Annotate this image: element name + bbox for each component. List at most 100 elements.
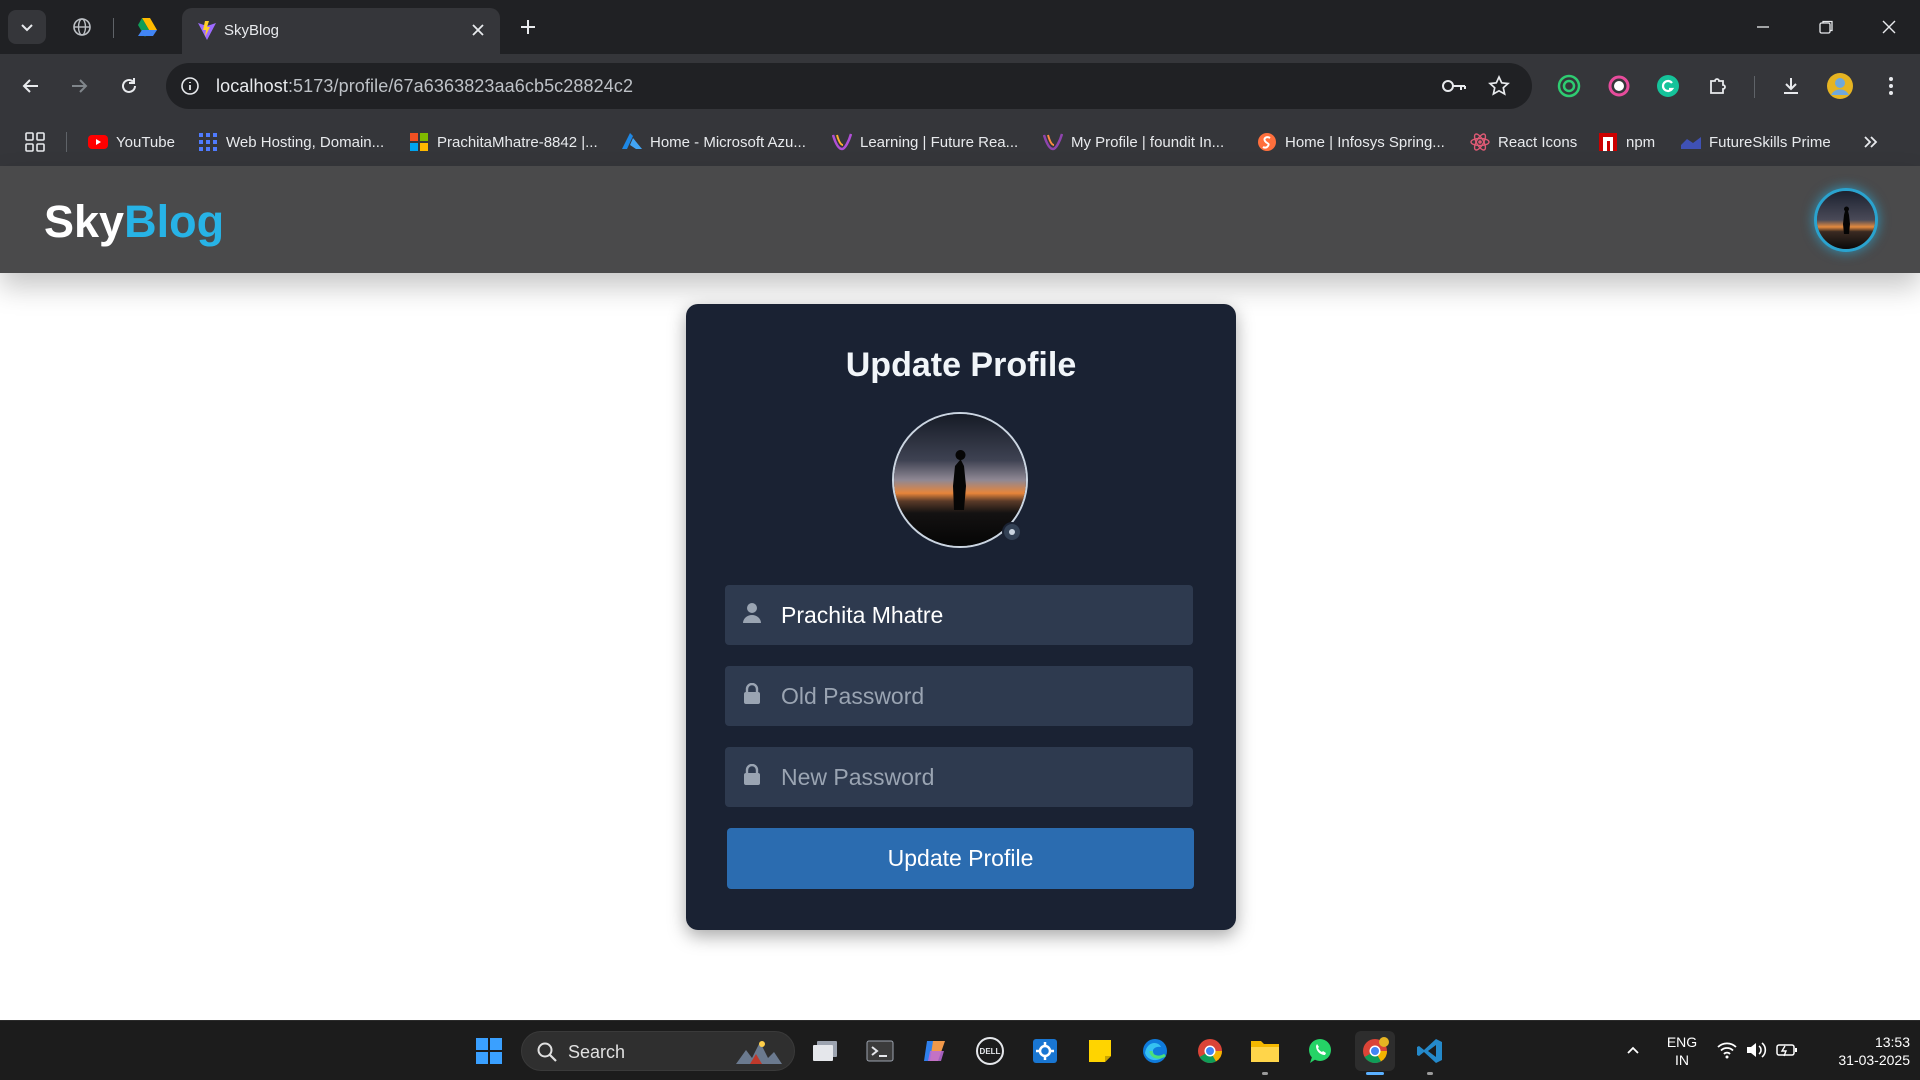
reload-button[interactable]	[113, 70, 145, 102]
extension-target-icon[interactable]	[1553, 70, 1585, 102]
plus-icon	[521, 20, 535, 34]
windows-taskbar: Search DELL ENG IN 13:53 31-03-2025	[0, 1020, 1920, 1080]
toolbar-separator	[1754, 76, 1755, 98]
site-info-icon[interactable]	[178, 74, 202, 98]
bookmark-prachita[interactable]: PrachitaMhatre-8842 |...	[409, 130, 598, 154]
sticky-notes-icon	[1089, 1040, 1111, 1062]
search-label: Search	[568, 1042, 626, 1062]
extensions-puzzle-icon[interactable]	[1702, 70, 1734, 102]
taskbar-whatsapp[interactable]	[1300, 1031, 1340, 1071]
old-password-field	[725, 666, 1193, 726]
bookmark-foundit[interactable]: My Profile | foundit In...	[1043, 130, 1224, 154]
taskbar-file-explorer[interactable]	[1245, 1031, 1285, 1075]
new-tab-button[interactable]	[514, 13, 542, 41]
volume-icon[interactable]	[1745, 1039, 1767, 1061]
taskbar-chrome-profile[interactable]	[1355, 1031, 1395, 1075]
bookmark-npm[interactable]: npm	[1598, 130, 1655, 154]
wifi-icon[interactable]	[1716, 1039, 1738, 1061]
bookmark-infosys[interactable]: Home | Infosys Spring...	[1257, 130, 1445, 154]
chevron-double-right-icon[interactable]	[1858, 130, 1882, 154]
taskbar-vscode[interactable]	[1410, 1031, 1450, 1075]
app-logo[interactable]: SkyBlog	[44, 196, 224, 248]
google-drive-icon	[138, 18, 157, 37]
new-password-input[interactable]	[781, 747, 1181, 807]
taskbar-terminal[interactable]	[860, 1031, 900, 1071]
future-ready-icon	[832, 132, 852, 152]
bookmark-label: npm	[1626, 133, 1656, 151]
language-code: ENG	[1666, 1034, 1698, 1050]
edge-icon	[1143, 1039, 1167, 1063]
arrow-right-icon	[72, 79, 88, 93]
taskbar-sticky-notes[interactable]	[1080, 1031, 1120, 1071]
name-field	[725, 585, 1193, 645]
apps-grid-icon[interactable]	[22, 129, 48, 155]
old-password-input[interactable]	[781, 666, 1181, 726]
bookmark-futureskills[interactable]: FutureSkills Prime	[1681, 130, 1831, 154]
minimize-icon	[1757, 26, 1769, 28]
more-menu-icon[interactable]	[1875, 70, 1907, 102]
close-icon	[1882, 20, 1896, 34]
search-highlight-icon	[736, 1041, 782, 1064]
bookmarks-separator	[66, 132, 67, 152]
bookmark-web-hosting[interactable]: Web Hosting, Domain...	[198, 130, 384, 154]
bookmark-learning[interactable]: Learning | Future Rea...	[832, 130, 1018, 154]
tab-close-button[interactable]	[466, 18, 490, 42]
lock-icon	[741, 682, 763, 706]
name-input[interactable]	[781, 585, 1181, 645]
microsoft-icon	[409, 132, 429, 152]
lock-icon	[741, 763, 763, 787]
download-icon[interactable]	[1775, 70, 1807, 102]
youtube-icon	[88, 132, 108, 152]
dell-icon: DELL	[976, 1037, 1004, 1065]
windows-logo-icon	[476, 1038, 502, 1064]
clock[interactable]: 13:53 31-03-2025	[1810, 1033, 1910, 1069]
back-button[interactable]	[15, 70, 47, 102]
bookmark-react-icons[interactable]: React Icons	[1470, 130, 1577, 154]
pinned-tab-globe[interactable]	[68, 13, 96, 41]
tab-skyblog[interactable]: SkyBlog	[182, 8, 500, 54]
start-button[interactable]	[469, 1031, 509, 1071]
taskbar-chrome[interactable]	[1190, 1031, 1230, 1071]
bookmark-azure[interactable]: Home - Microsoft Azu...	[622, 130, 806, 154]
user-icon	[741, 601, 763, 625]
show-hidden-icons-chevron-up-icon[interactable]	[1622, 1039, 1644, 1061]
futureskills-icon	[1681, 132, 1701, 152]
taskbar-edge[interactable]	[1135, 1031, 1175, 1071]
region-code: IN	[1675, 1052, 1689, 1068]
battery-icon[interactable]	[1776, 1039, 1798, 1061]
foundit-icon	[1043, 132, 1063, 152]
address-bar[interactable]: localhost:5173/profile/67a6363823aa6cb5c…	[166, 63, 1532, 109]
taskbar-task-view[interactable]	[805, 1031, 845, 1071]
globe-icon	[73, 18, 91, 36]
url-text[interactable]: localhost:5173/profile/67a6363823aa6cb5c…	[216, 76, 633, 97]
profile-avatar-icon[interactable]	[1824, 70, 1856, 102]
taskbar-control-panel[interactable]	[1025, 1031, 1065, 1071]
url-host: localhost	[216, 76, 288, 96]
bookmark-label: Home | Infosys Spring...	[1285, 133, 1445, 151]
azure-icon	[622, 132, 642, 152]
update-profile-button[interactable]: Update Profile	[727, 828, 1194, 889]
taskbar-copilot[interactable]	[915, 1031, 955, 1071]
language-indicator[interactable]: ENG IN	[1662, 1033, 1702, 1069]
bookmark-youtube[interactable]: YouTube	[88, 130, 175, 154]
browser-toolbar: localhost:5173/profile/67a6363823aa6cb5c…	[0, 54, 1920, 118]
bookmark-star-icon[interactable]	[1486, 74, 1512, 98]
tab-search-button[interactable]	[8, 10, 46, 44]
forward-button[interactable]	[63, 70, 95, 102]
restore-button[interactable]	[1806, 10, 1846, 44]
react-icon	[1470, 132, 1490, 152]
taskbar-dell[interactable]: DELL	[970, 1031, 1010, 1071]
pinned-tab-drive[interactable]	[132, 13, 160, 41]
bookmark-label: FutureSkills Prime	[1709, 133, 1831, 151]
password-key-icon[interactable]	[1441, 74, 1467, 98]
camera-edit-icon[interactable]	[1002, 522, 1022, 542]
close-window-button[interactable]	[1869, 10, 1909, 44]
user-avatar[interactable]	[1814, 188, 1878, 252]
terminal-icon	[866, 1040, 894, 1062]
url-path: :5173/profile/67a6363823aa6cb5c28824c2	[287, 76, 634, 96]
extension-color-ring-icon[interactable]	[1603, 70, 1635, 102]
taskbar-search[interactable]: Search	[521, 1031, 795, 1071]
grammarly-icon[interactable]	[1652, 70, 1684, 102]
minimize-button[interactable]	[1743, 10, 1783, 44]
app-header: SkyBlog	[0, 166, 1920, 273]
